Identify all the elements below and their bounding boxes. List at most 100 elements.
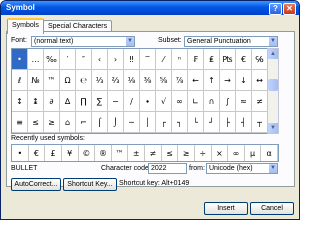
symbol-cell[interactable]: ← — [188, 70, 204, 91]
symbol-cell[interactable]: ↕ — [12, 91, 28, 112]
symbol-cell[interactable]: ⅝ — [156, 70, 172, 91]
symbol-cell[interactable]: ≡ — [12, 112, 28, 133]
subset-dropdown-arrow-icon[interactable]: ▼ — [269, 37, 277, 46]
recent-symbol-cell[interactable]: £ — [45, 145, 62, 161]
symbol-cell[interactable]: ℮ — [76, 70, 92, 91]
symbol-cell[interactable]: ‼ — [124, 49, 140, 70]
symbol-cell[interactable]: ⌠ — [92, 112, 108, 133]
symbol-cell[interactable]: ∙ — [140, 91, 156, 112]
insert-button[interactable]: Insert — [204, 202, 248, 215]
recent-symbol-cell[interactable]: ≤ — [162, 145, 179, 161]
recent-symbol-cell[interactable]: ± — [128, 145, 145, 161]
symbol-cell[interactable]: € — [236, 49, 252, 70]
symbol-cell[interactable]: ∑ — [92, 91, 108, 112]
symbol-cell[interactable]: Ω — [60, 70, 76, 91]
shortcut-key-button[interactable]: Shortcut Key... — [63, 178, 117, 191]
symbol-cell[interactable]: • — [12, 49, 28, 70]
symbol-cell[interactable]: ℅ — [252, 49, 268, 70]
symbol-grid-scrollbar[interactable]: ▲ ▼ — [267, 48, 279, 134]
tab-symbols[interactable]: Symbols — [7, 18, 44, 34]
symbol-cell[interactable]: ≈ — [236, 91, 252, 112]
symbol-cell[interactable]: № — [28, 70, 44, 91]
symbol-cell[interactable]: ₧ — [220, 49, 236, 70]
from-dropdown-arrow-icon[interactable]: ▼ — [269, 164, 277, 173]
help-button[interactable]: ? — [269, 3, 282, 15]
symbol-cell[interactable]: ⁄ — [156, 49, 172, 70]
symbol-cell[interactable]: ↓ — [236, 70, 252, 91]
recent-symbol-cell[interactable]: © — [79, 145, 96, 161]
symbol-cell[interactable]: › — [108, 49, 124, 70]
recent-symbol-cell[interactable]: ÷ — [195, 145, 212, 161]
scroll-thumb[interactable] — [268, 79, 278, 91]
symbol-cell[interactable]: ₤ — [204, 49, 220, 70]
symbol-cell[interactable]: ‾ — [140, 49, 156, 70]
symbol-cell[interactable]: ⌂ — [60, 112, 76, 133]
symbol-cell[interactable]: ⅔ — [108, 70, 124, 91]
autocorrect-button[interactable]: AutoCorrect... — [11, 178, 61, 191]
scroll-down-icon[interactable]: ▼ — [268, 123, 278, 133]
symbol-cell[interactable]: → — [220, 70, 236, 91]
symbol-cell[interactable]: ⅜ — [140, 70, 156, 91]
symbol-cell[interactable]: ↨ — [28, 91, 44, 112]
recent-symbol-cell[interactable]: • — [12, 145, 29, 161]
recent-symbol-cell[interactable]: ¥ — [62, 145, 79, 161]
symbol-cell[interactable]: ⌐ — [76, 112, 92, 133]
font-dropdown-arrow-icon[interactable]: ▼ — [126, 37, 134, 46]
recent-symbol-cell[interactable]: ® — [95, 145, 112, 161]
symbol-cell[interactable]: ⅞ — [172, 70, 188, 91]
symbol-cell[interactable]: ∟ — [188, 91, 204, 112]
recent-symbol-cell[interactable]: ≥ — [178, 145, 195, 161]
symbol-cell[interactable]: ⅛ — [124, 70, 140, 91]
recent-symbol-cell[interactable]: µ — [245, 145, 262, 161]
symbol-cell[interactable]: ∞ — [172, 91, 188, 112]
subset-select[interactable]: General Punctuation ▼ — [184, 36, 278, 47]
symbol-cell[interactable]: ⌡ — [108, 112, 124, 133]
symbol-cell[interactable]: ∆ — [60, 91, 76, 112]
symbol-cell[interactable]: ┤ — [236, 112, 252, 133]
symbol-cell[interactable]: └ — [188, 112, 204, 133]
recent-symbol-cell[interactable]: ∞ — [228, 145, 245, 161]
symbol-cell[interactable]: ™ — [44, 70, 60, 91]
symbol-cell[interactable]: ∂ — [44, 91, 60, 112]
symbol-cell[interactable]: ≥ — [44, 112, 60, 133]
symbol-cell[interactable]: ↔ — [252, 70, 268, 91]
symbol-cell[interactable]: ├ — [220, 112, 236, 133]
char-code-input[interactable]: 2022 — [148, 163, 187, 174]
symbol-cell[interactable]: ∏ — [76, 91, 92, 112]
symbol-cell[interactable]: ∕ — [124, 91, 140, 112]
symbol-cell[interactable]: − — [108, 91, 124, 112]
cancel-button[interactable]: Cancel — [250, 202, 294, 215]
symbol-cell[interactable]: ∩ — [204, 91, 220, 112]
font-select[interactable]: (normal text) ▼ — [31, 36, 135, 47]
symbol-cell[interactable]: ┘ — [204, 112, 220, 133]
symbol-cell[interactable]: ⅓ — [92, 70, 108, 91]
recent-symbol-cell[interactable]: ™ — [112, 145, 129, 161]
symbol-cell[interactable]: ─ — [124, 112, 140, 133]
symbol-cell[interactable]: … — [28, 49, 44, 70]
symbol-cell[interactable]: │ — [140, 112, 156, 133]
close-button[interactable]: ✕ — [283, 3, 296, 15]
symbol-cell[interactable]: ┌ — [156, 112, 172, 133]
symbol-cell[interactable]: ┐ — [172, 112, 188, 133]
recent-symbol-cell[interactable]: × — [212, 145, 229, 161]
symbol-cell[interactable]: ₣ — [188, 49, 204, 70]
recent-symbol-cell[interactable]: € — [29, 145, 46, 161]
symbol-cell[interactable]: ‹ — [92, 49, 108, 70]
scroll-up-icon[interactable]: ▲ — [268, 49, 278, 59]
symbol-cell[interactable]: ″ — [76, 49, 92, 70]
symbol-cell[interactable]: ┬ — [252, 112, 268, 133]
symbol-cell[interactable]: ⁿ — [172, 49, 188, 70]
title-bar[interactable]: Symbol ? ✕ — [1, 1, 299, 15]
symbol-cell[interactable]: ‰ — [44, 49, 60, 70]
symbol-cell[interactable]: √ — [156, 91, 172, 112]
symbol-cell[interactable]: ≤ — [28, 112, 44, 133]
symbol-cell[interactable]: ≠ — [252, 91, 268, 112]
recent-symbol-cell[interactable]: α — [261, 145, 278, 161]
recent-symbol-cell[interactable]: ≠ — [145, 145, 162, 161]
symbol-cell[interactable]: ′ — [60, 49, 76, 70]
from-select[interactable]: Unicode (hex) ▼ — [206, 163, 278, 174]
symbol-cell[interactable]: ℓ — [12, 70, 28, 91]
symbol-cell[interactable]: ∫ — [220, 91, 236, 112]
symbol-cell[interactable]: ↑ — [204, 70, 220, 91]
symbol-grid: •… ‰ ′ ″ ‹ › ‼ ‾ ⁄ ⁿ ₣ ₤ ₧ € ℅ ℓ № ™ Ω ℮ ⅓ ⅔ ⅛ ⅜ ⅝ ⅞ ← ↑ → ↓ ↔ ↕ ↨ ∂ ∆ ∏ ∑ − ∕… — [11, 48, 269, 134]
